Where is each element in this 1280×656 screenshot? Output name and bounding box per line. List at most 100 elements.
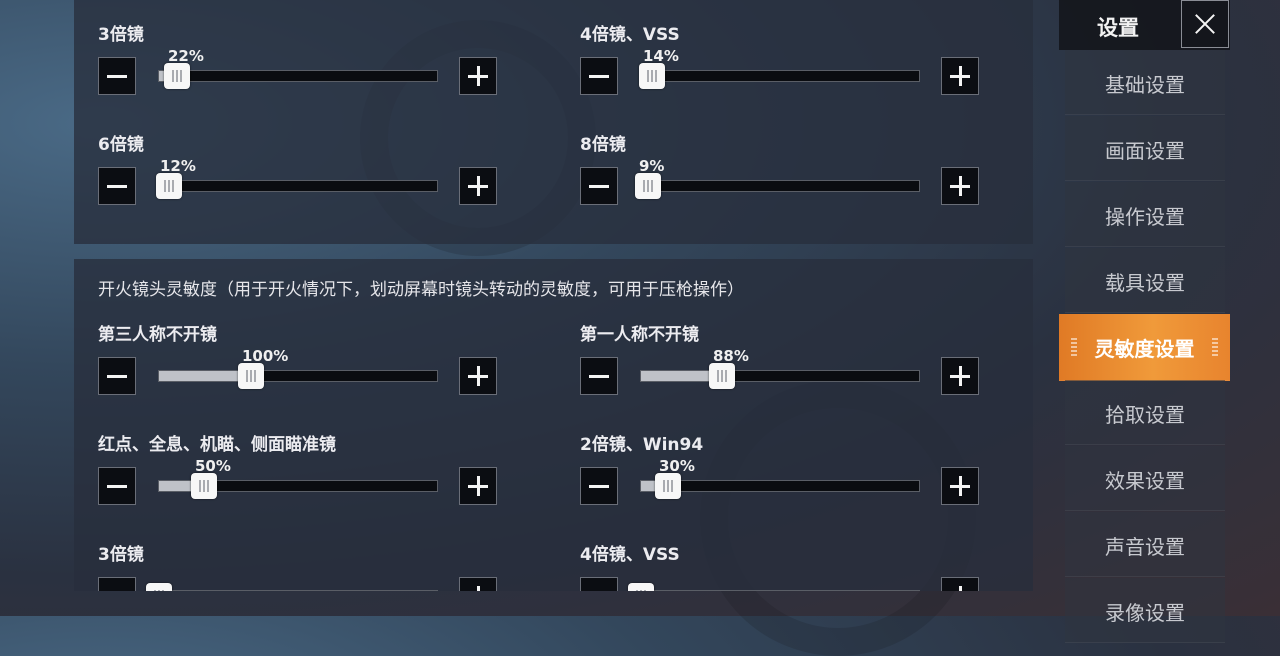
increase-button[interactable] bbox=[459, 357, 497, 395]
setting-label: 第三人称不开镜 bbox=[98, 325, 217, 345]
setting-4x-scope-vss-fire: 4倍镜、VSS bbox=[556, 540, 979, 591]
sensitivity-slider[interactable] bbox=[158, 473, 438, 499]
sensitivity-slider[interactable] bbox=[628, 583, 920, 591]
grip-lines bbox=[717, 370, 727, 382]
slider-thumb[interactable] bbox=[709, 363, 735, 389]
setting-label: 第一人称不开镜 bbox=[580, 325, 699, 345]
setting-6x-scope: 6倍镜 12% bbox=[74, 130, 497, 220]
setting-3x-scope-fire: 3倍镜 bbox=[74, 540, 497, 591]
setting-red-dot-holo: 红点、全息、机瞄、侧面瞄准镜 50% bbox=[74, 430, 497, 520]
settings-sidebar: 设置 基础设置 画面设置 操作设置 载具设置 灵敏度设置 拾取设置 效果设置 声… bbox=[1059, 0, 1230, 643]
sidebar-item-label: 效果设置 bbox=[1105, 469, 1185, 493]
minus-icon bbox=[107, 485, 127, 488]
sensitivity-slider[interactable] bbox=[640, 363, 920, 389]
sidebar-item-pickup[interactable]: 拾取设置 bbox=[1065, 380, 1225, 445]
sidebar-item-effects[interactable]: 效果设置 bbox=[1065, 446, 1225, 511]
minus-icon bbox=[589, 375, 609, 378]
increase-button[interactable] bbox=[459, 57, 497, 95]
setting-8x-scope: 8倍镜 9% bbox=[556, 130, 979, 220]
sidebar-item-label: 灵敏度设置 bbox=[1094, 337, 1195, 361]
slider-thumb[interactable] bbox=[191, 473, 217, 499]
slider-thumb[interactable] bbox=[146, 583, 172, 591]
increase-button[interactable] bbox=[459, 167, 497, 205]
sensitivity-slider[interactable] bbox=[635, 173, 920, 199]
slider-thumb[interactable] bbox=[628, 583, 654, 591]
setting-3x-scope: 3倍镜 22% bbox=[74, 20, 497, 110]
setting-label: 红点、全息、机瞄、侧面瞄准镜 bbox=[98, 435, 336, 455]
sidebar-item-controls[interactable]: 操作设置 bbox=[1065, 182, 1225, 247]
slider-thumb[interactable] bbox=[156, 173, 182, 199]
sidebar-item-sensitivity[interactable]: 灵敏度设置 bbox=[1059, 314, 1230, 381]
grip-lines bbox=[636, 590, 646, 591]
sensitivity-slider[interactable] bbox=[640, 473, 920, 499]
setting-label: 4倍镜、VSS bbox=[580, 25, 680, 45]
grip-lines bbox=[663, 480, 673, 492]
increase-button[interactable] bbox=[941, 57, 979, 95]
sidebar-item-label: 声音设置 bbox=[1105, 535, 1185, 559]
decrease-button[interactable] bbox=[580, 357, 618, 395]
decrease-button[interactable] bbox=[98, 467, 136, 505]
decrease-button[interactable] bbox=[98, 577, 136, 591]
increase-button[interactable] bbox=[941, 467, 979, 505]
sidebar-item-label: 操作设置 bbox=[1105, 205, 1185, 229]
increase-button[interactable] bbox=[459, 577, 497, 591]
decrease-button[interactable] bbox=[580, 167, 618, 205]
sensitivity-slider[interactable] bbox=[639, 63, 920, 89]
minus-icon bbox=[107, 185, 127, 188]
sidebar-item-sound[interactable]: 声音设置 bbox=[1065, 512, 1225, 577]
grip-lines bbox=[154, 590, 164, 591]
setting-label: 6倍镜 bbox=[98, 135, 144, 155]
decrease-button[interactable] bbox=[580, 467, 618, 505]
increase-button[interactable] bbox=[459, 467, 497, 505]
decrease-button[interactable] bbox=[580, 577, 618, 591]
increase-button[interactable] bbox=[941, 167, 979, 205]
grip-lines bbox=[199, 480, 209, 492]
grip-lines bbox=[172, 70, 182, 82]
sidebar-item-label: 基础设置 bbox=[1105, 73, 1185, 97]
setting-label: 4倍镜、VSS bbox=[580, 545, 680, 565]
sidebar-item-graphics[interactable]: 画面设置 bbox=[1065, 116, 1225, 181]
section-description: 开火镜头灵敏度（用于开火情况下，划动屏幕时镜头转动的灵敏度，可用于压枪操作） bbox=[98, 280, 744, 300]
sidebar-item-basic[interactable]: 基础设置 bbox=[1065, 50, 1225, 115]
sidebar-header: 设置 bbox=[1059, 0, 1230, 50]
sensitivity-slider[interactable] bbox=[158, 63, 438, 89]
sensitivity-slider[interactable] bbox=[156, 173, 438, 199]
grip-lines bbox=[643, 180, 653, 192]
increase-button[interactable] bbox=[941, 577, 979, 591]
slider-thumb[interactable] bbox=[238, 363, 264, 389]
slider-thumb[interactable] bbox=[635, 173, 661, 199]
grip-lines bbox=[164, 180, 174, 192]
close-button[interactable] bbox=[1181, 0, 1229, 48]
sensitivity-slider[interactable] bbox=[146, 583, 438, 591]
minus-icon bbox=[589, 185, 609, 188]
slider-thumb[interactable] bbox=[655, 473, 681, 499]
sidebar-item-label: 载具设置 bbox=[1105, 271, 1185, 295]
setting-label: 2倍镜、Win94 bbox=[580, 435, 704, 455]
minus-icon bbox=[589, 485, 609, 488]
decrease-button[interactable] bbox=[98, 357, 136, 395]
sidebar-item-replay[interactable]: 录像设置 bbox=[1065, 578, 1225, 643]
slider-thumb[interactable] bbox=[164, 63, 190, 89]
fire-sensitivity-panel: 开火镜头灵敏度（用于开火情况下，划动屏幕时镜头转动的灵敏度，可用于压枪操作） 第… bbox=[74, 259, 1033, 591]
sensitivity-slider[interactable] bbox=[158, 363, 438, 389]
slider-thumb[interactable] bbox=[639, 63, 665, 89]
minus-icon bbox=[107, 75, 127, 78]
increase-button[interactable] bbox=[941, 357, 979, 395]
setting-label: 3倍镜 bbox=[98, 25, 144, 45]
decrease-button[interactable] bbox=[98, 57, 136, 95]
sidebar-title: 设置 bbox=[1097, 16, 1139, 40]
decrease-button[interactable] bbox=[580, 57, 618, 95]
setting-label: 3倍镜 bbox=[98, 545, 144, 565]
sidebar-item-label: 拾取设置 bbox=[1105, 403, 1185, 427]
setting-third-person-no-scope: 第三人称不开镜 100% bbox=[74, 320, 497, 410]
setting-label: 8倍镜 bbox=[580, 135, 626, 155]
scope-sensitivity-panel: 3倍镜 22% 4倍镜、VSS 14% 6倍镜 12% 8倍镜 9% bbox=[74, 0, 1033, 244]
minus-icon bbox=[589, 75, 609, 78]
minus-icon bbox=[107, 375, 127, 378]
sidebar-item-vehicle[interactable]: 载具设置 bbox=[1065, 248, 1225, 313]
decrease-button[interactable] bbox=[98, 167, 136, 205]
setting-first-person-no-scope: 第一人称不开镜 88% bbox=[556, 320, 979, 410]
grip-lines bbox=[246, 370, 256, 382]
sidebar-item-label: 录像设置 bbox=[1105, 601, 1185, 625]
setting-4x-scope-vss: 4倍镜、VSS 14% bbox=[556, 20, 979, 110]
